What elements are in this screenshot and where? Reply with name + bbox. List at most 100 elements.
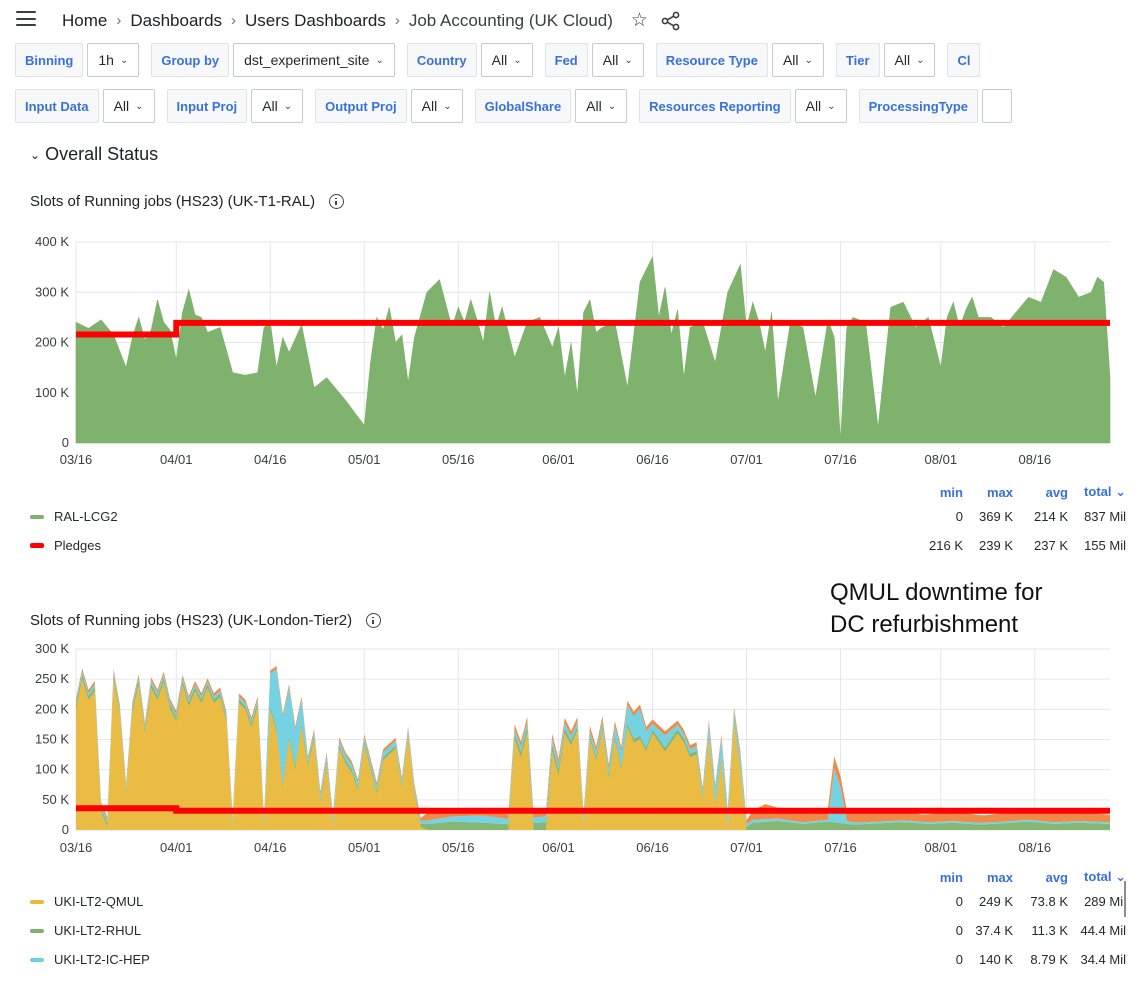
y-tick-label: 100 K — [35, 762, 69, 777]
legend-sort-total[interactable]: total ⌄ — [1068, 484, 1126, 500]
legend-sort-avg[interactable]: avg — [1013, 870, 1068, 885]
legend-sort-max[interactable]: max — [963, 485, 1013, 500]
legend-series-name[interactable]: RAL-LCG2 — [54, 509, 927, 524]
legend-row[interactable]: UKI-LT2-QMUL 0 249 K 73.8 K 289 Mil — [30, 887, 1126, 916]
legend-color-swatch — [30, 543, 44, 548]
legend-sort-avg[interactable]: avg — [1013, 485, 1068, 500]
chevron-down-icon: ⌄ — [624, 54, 633, 66]
series-area-uki-lt2-qmul — [76, 679, 1110, 830]
x-tick-label: 06/01 — [542, 452, 575, 467]
legend-sort-min[interactable]: min — [927, 485, 963, 500]
input-data-select[interactable]: All ⌄ — [102, 89, 155, 123]
legend-series-name[interactable]: Pledges — [54, 538, 927, 553]
panel-title-text: Slots of Running jobs (HS23) (UK-T1-RAL) — [30, 193, 316, 210]
y-tick-label: 300 K — [35, 641, 69, 656]
legend-series-name[interactable]: UKI-LT2-RHUL — [54, 923, 927, 938]
legend-color-swatch — [30, 928, 44, 933]
y-tick-label: 50 K — [42, 792, 69, 807]
input-proj-select[interactable]: All ⌄ — [251, 89, 304, 123]
legend-sort-min[interactable]: min — [927, 870, 963, 885]
legend-row[interactable]: UKI-LT2-IC-HEP 0 140 K 8.79 K 34.4 Mil — [30, 945, 1126, 974]
series-area-ral-lcg2 — [75, 256, 1111, 444]
variable-label-processing-type: ProcessingType — [858, 89, 979, 123]
x-tick-label: 04/16 — [254, 452, 287, 467]
x-tick-label: 08/16 — [1019, 452, 1052, 467]
breadcrumb-separator: › — [231, 12, 237, 29]
legend-value-total: 34.4 Mil — [1080, 952, 1126, 967]
chevron-down-icon: ⌄ — [607, 100, 617, 112]
legend-row[interactable]: Pledges 216 K 239 K 237 K 155 Mil — [30, 531, 1126, 560]
output-proj-select[interactable]: All ⌄ — [410, 89, 463, 123]
resource-type-select[interactable]: All ⌄ — [771, 43, 824, 77]
chevron-down-icon: ⌄ — [30, 147, 41, 162]
variables-row-1: Binning 1h ⌄ Group by dst_experiment_site… — [15, 43, 981, 77]
breadcrumb-home[interactable]: Home — [62, 11, 107, 31]
legend-value-avg: 237 K — [1034, 538, 1068, 553]
legend-value-max: 369 K — [979, 509, 1013, 524]
variable-label-fed: Fed — [544, 43, 588, 77]
legend-sort-total[interactable]: total ⌄ — [1068, 869, 1126, 885]
x-tick-label: 07/01 — [730, 452, 763, 467]
info-icon[interactable] — [366, 613, 382, 628]
chart-london-running-slots: 0 50 K 100 K 150 K 200 K 250 K 300 K 03/16 04/01… — [35, 641, 1110, 855]
star-icon[interactable]: ☆ — [631, 9, 648, 32]
row-collapse-overall-status[interactable]: ⌄ Overall Status — [30, 144, 158, 165]
y-tick-label: 200 K — [35, 701, 69, 716]
tier-select[interactable]: All ⌄ — [883, 43, 936, 77]
breadcrumb-dashboards[interactable]: Dashboards — [130, 11, 222, 31]
legend-row[interactable]: RAL-LCG2 0 369 K 214 K 837 Mil — [30, 502, 1126, 531]
variable-label-resources-reporting: Resources Reporting — [639, 89, 791, 123]
legend-series-name[interactable]: UKI-LT2-IC-HEP — [54, 952, 927, 967]
legend-scrollbar[interactable] — [1124, 881, 1126, 917]
chevron-down-icon: ⌄ — [375, 54, 384, 66]
variable-label-global-share: GlobalShare — [474, 89, 572, 123]
binning-select[interactable]: 1h ⌄ — [87, 43, 140, 77]
legend-header: min max avg total ⌄ — [30, 867, 1126, 887]
breadcrumb-separator: › — [116, 12, 122, 29]
chevron-down-icon: ⌄ — [916, 54, 925, 66]
breadcrumb-users-dashboards[interactable]: Users Dashboards — [245, 11, 386, 31]
x-tick-label: 04/16 — [254, 840, 287, 855]
resources-reporting-select[interactable]: All ⌄ — [794, 89, 847, 123]
hamburger-menu-icon[interactable] — [16, 11, 36, 26]
x-tick-label: 06/16 — [636, 452, 669, 467]
x-tick-label: 07/16 — [824, 840, 857, 855]
legend-value-avg: 214 K — [1034, 509, 1068, 524]
chevron-down-icon: ⌄ — [804, 54, 813, 66]
global-share-select[interactable]: All ⌄ — [575, 89, 628, 123]
legend-value-min: 0 — [955, 509, 963, 524]
legend-series-name[interactable]: UKI-LT2-QMUL — [54, 894, 927, 909]
legend-color-swatch — [30, 514, 44, 519]
panel-title-ral[interactable]: Slots of Running jobs (HS23) (UK-T1-RAL) — [30, 193, 345, 210]
x-tick-label: 07/01 — [730, 840, 763, 855]
group-by-select[interactable]: dst_experiment_site ⌄ — [233, 43, 395, 77]
panel-title-text: Slots of Running jobs (HS23) (UK-London-… — [30, 612, 353, 629]
variable-label-input-data: Input Data — [15, 89, 99, 123]
x-tick-label: 08/01 — [925, 840, 958, 855]
legend-color-swatch — [30, 899, 44, 904]
legend-value-min: 0 — [955, 952, 963, 967]
y-tick-label: 300 K — [35, 284, 69, 299]
legend-value-max: 37.4 K — [975, 923, 1013, 938]
variable-label-output-proj: Output Proj — [315, 89, 407, 123]
legend-ral: min max avg total ⌄ RAL-LCG2 0 369 K 214 K 837 M… — [30, 482, 1126, 560]
x-tick-label: 05/16 — [442, 452, 475, 467]
chevron-down-icon: ⌄ — [827, 100, 836, 112]
x-tick-label: 03/16 — [60, 840, 93, 855]
x-tick-label: 04/01 — [160, 452, 193, 467]
breadcrumb-separator: › — [394, 12, 400, 29]
x-tick-label: 08/16 — [1019, 840, 1052, 855]
fed-select[interactable]: All ⌄ — [591, 43, 644, 77]
country-select[interactable]: All ⌄ — [480, 43, 533, 77]
legend-row[interactable]: UKI-LT2-RHUL 0 37.4 K 11.3 K 44.4 Mil — [30, 916, 1126, 945]
chevron-down-icon: ⌄ — [283, 100, 293, 112]
legend-value-max: 239 K — [979, 538, 1013, 553]
legend-sort-max[interactable]: max — [963, 870, 1013, 885]
processing-type-select[interactable] — [982, 89, 1013, 123]
legend-value-total: 44.4 Mil — [1080, 923, 1126, 938]
info-icon[interactable] — [329, 194, 345, 209]
share-icon[interactable] — [660, 11, 682, 31]
panel-title-london[interactable]: Slots of Running jobs (HS23) (UK-London-… — [30, 612, 382, 629]
legend-value-total: 289 Mil — [1084, 894, 1126, 909]
y-tick-label: 0 — [62, 822, 69, 837]
